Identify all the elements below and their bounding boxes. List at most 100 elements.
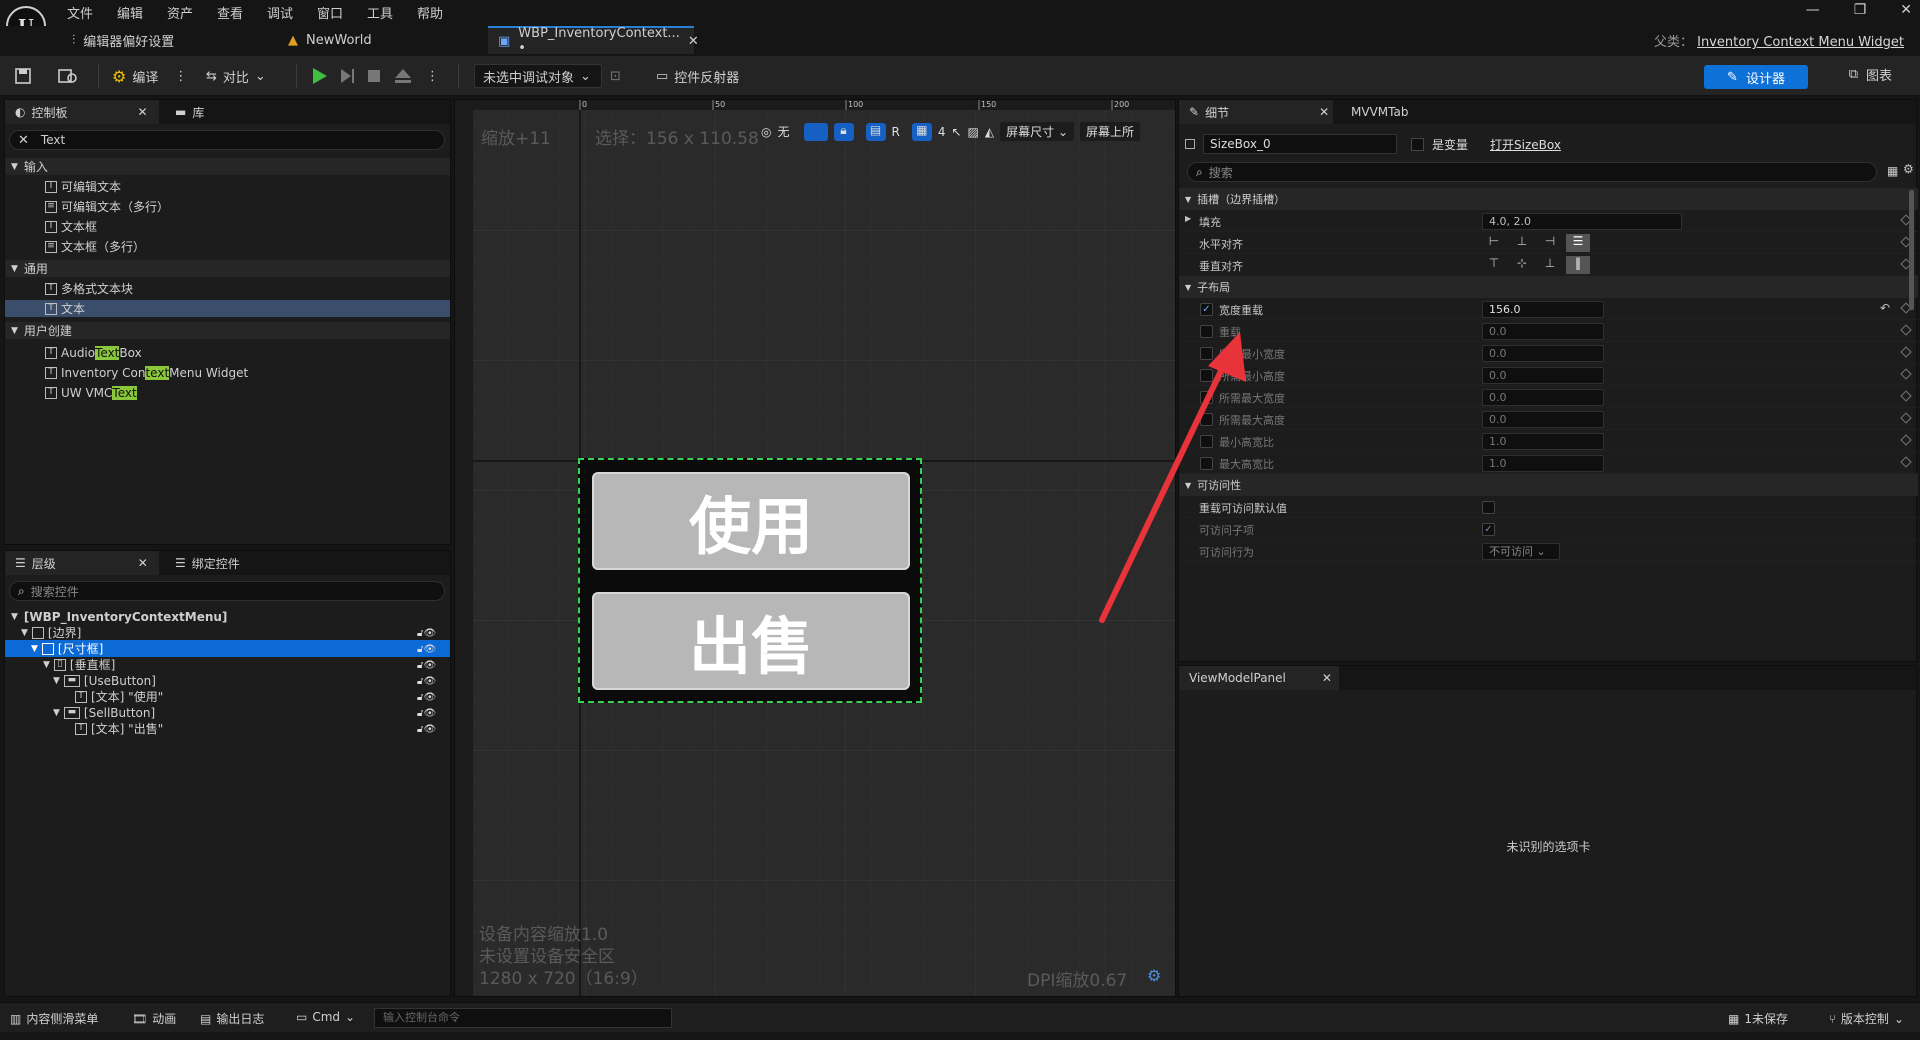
stop-icon[interactable] — [366, 64, 382, 88]
section-slot[interactable]: ▼ 插槽（边界插槽） — [1179, 188, 1918, 210]
grid-icon[interactable]: ▦ — [911, 122, 932, 141]
close-tab-icon[interactable]: ✕ — [688, 34, 699, 49]
section-child-layout[interactable]: ▼ 子布局 — [1179, 276, 1918, 298]
fill-screen-dropdown[interactable]: 屏幕上所 — [1080, 122, 1141, 141]
hierarchy-item-sizebox[interactable]: ▼ [尺寸框] — [5, 640, 450, 657]
keyframe-diamond-icon[interactable] — [1900, 412, 1912, 424]
source-control-button[interactable]: ⑂ 版本控制 ⌄ — [1829, 1010, 1904, 1027]
widget-reflector-button[interactable]: ▭ 控件反射器 — [656, 64, 739, 88]
open-sizebox-link[interactable]: 打开SizeBox — [1490, 136, 1561, 153]
browse-icon[interactable] — [58, 64, 78, 88]
menu-edit[interactable]: 编辑 — [117, 3, 143, 22]
lock-eye-icon[interactable]: 🔓︎👁︎ — [417, 626, 447, 642]
align-center-icon[interactable]: ⊥ — [1510, 234, 1534, 252]
tab-editor-preferences[interactable]: ⫶ 编辑器偏好设置 — [72, 26, 174, 54]
tab-bind-widgets[interactable]: ☰ 绑定控件 — [165, 551, 240, 575]
pointer-icon[interactable]: ↖ — [951, 125, 961, 139]
hierarchy-item-use-text[interactable]: T [文本] "使用" — [5, 688, 450, 705]
tab-palette[interactable]: ◐ 控制板 ✕ — [5, 100, 159, 124]
lock-eye-icon[interactable]: 🔓︎👁︎ — [417, 642, 447, 658]
flip-icon[interactable]: ◭ — [985, 125, 994, 139]
menu-help[interactable]: 帮助 — [417, 3, 443, 22]
lock-eye-icon[interactable]: 🔓︎👁︎ — [417, 690, 447, 706]
gear-icon[interactable]: ⚙ — [1147, 966, 1161, 985]
category-common[interactable]: ▼ 通用 — [5, 260, 450, 277]
toggle-icon[interactable] — [803, 122, 828, 141]
prop-value[interactable]: 0.0 — [1482, 345, 1604, 362]
prop-value[interactable]: 0.0 — [1482, 323, 1604, 340]
keyframe-diamond-icon[interactable] — [1900, 390, 1912, 402]
menu-view[interactable]: 查看 — [217, 3, 243, 22]
menu-window[interactable]: 窗口 — [317, 3, 343, 22]
tab-mvvm[interactable]: MVVMTab — [1341, 100, 1408, 124]
animation-button[interactable]: 🎞︎ 动画 — [132, 1010, 176, 1027]
reset-icon[interactable]: ↶ — [1880, 301, 1890, 315]
align-bottom-icon[interactable]: ⊥ — [1538, 256, 1562, 274]
menu-file[interactable]: 文件 — [67, 3, 93, 22]
tab-viewmodel[interactable]: ViewModelPanel ✕ — [1179, 666, 1339, 690]
palette-item-audio-text-box[interactable]: T Audio Text Box — [5, 344, 142, 361]
diff-button[interactable]: ⇆ 对比 ⌄ — [206, 64, 266, 88]
close-tab-icon[interactable]: ✕ — [138, 556, 148, 570]
screen-size-dropdown[interactable]: 屏幕尺寸 ⌄ — [1000, 122, 1075, 141]
keyframe-diamond-icon[interactable] — [1900, 434, 1912, 446]
align-top-icon[interactable]: ⊤ — [1482, 256, 1506, 274]
align-middle-icon[interactable]: ⊹ — [1510, 256, 1534, 274]
accessible-children-checkbox[interactable]: ✓ — [1482, 523, 1495, 536]
parent-class-link[interactable]: Inventory Context Menu Widget — [1697, 35, 1904, 50]
widget-name-input[interactable]: SizeBox_0 — [1203, 134, 1397, 154]
keyframe-diamond-icon[interactable] — [1900, 324, 1912, 336]
menu-debug[interactable]: 调试 — [267, 3, 293, 22]
designer-canvas[interactable]: 0 50 100 150 200 缩放+11 选择：156 x 110.58 ◎… — [454, 99, 1176, 997]
tab-newworld[interactable]: ▲ NewWorld — [288, 26, 372, 54]
localization-label[interactable]: 无 — [777, 123, 789, 140]
settings-gear-icon[interactable]: ⚙ — [1903, 162, 1914, 176]
override-accessible-checkbox[interactable] — [1482, 501, 1495, 514]
clear-search-icon[interactable]: ✕ — [18, 133, 29, 148]
minimize-icon[interactable]: — — [1806, 2, 1820, 18]
prop-value[interactable]: 0.0 — [1482, 389, 1604, 406]
prop-value[interactable]: 1.0 — [1482, 455, 1604, 472]
align-right-icon[interactable]: ⊣ — [1538, 234, 1562, 252]
cmd-dropdown[interactable]: ▭ Cmd ⌄ — [296, 1010, 355, 1024]
debug-browse-icon[interactable]: ⊡ — [610, 64, 621, 88]
close-tab-icon[interactable]: ✕ — [138, 105, 148, 119]
close-tab-icon[interactable]: ✕ — [1319, 105, 1329, 119]
hierarchy-item-use-button[interactable]: ▼ ▬ [UseButton] — [5, 672, 450, 689]
prop-value[interactable]: 0.0 — [1482, 411, 1604, 428]
hierarchy-item-sell-text[interactable]: T [文本] "出售" — [5, 720, 450, 737]
layout-icon[interactable]: ▤ — [865, 122, 886, 141]
table-view-icon[interactable]: ▦ — [1887, 164, 1898, 178]
details-search-input[interactable]: ⌕ 搜索 — [1187, 162, 1877, 182]
section-accessibility[interactable]: ▼ 可访问性 — [1179, 474, 1918, 496]
hierarchy-item-sell-button[interactable]: ▼ ▬ [SellButton] — [5, 704, 450, 721]
use-button-preview[interactable]: 使用 — [592, 472, 910, 570]
palette-item-inventory-context-menu-widget[interactable]: T Inventory Con text Menu Widget — [5, 364, 248, 381]
globe-icon[interactable]: ◎ — [761, 125, 771, 139]
palette-item-uw-vmc-text[interactable]: T UW VMC Text — [5, 384, 137, 401]
image-icon[interactable]: ▨ — [968, 125, 979, 139]
output-log-button[interactable]: ▤ 输出日志 — [200, 1010, 264, 1027]
hierarchy-item-vertical-box[interactable]: ▼ ▯ [垂直框] — [5, 656, 450, 673]
keyframe-diamond-icon[interactable] — [1900, 346, 1912, 358]
palette-item-text-box[interactable]: I 文本框 — [5, 218, 97, 235]
menu-tools[interactable]: 工具 — [367, 3, 393, 22]
compile-button[interactable]: ⚙ 编译 ⋮ — [112, 64, 187, 88]
category-user-created[interactable]: ▼ 用户创建 — [5, 322, 450, 339]
palette-item-text-box-multiline[interactable]: ≡ 文本框（多行） — [5, 238, 145, 255]
more-icon[interactable]: ⋮ — [426, 64, 439, 88]
debug-target-dropdown[interactable]: 未选中调试对象 ⌄ — [474, 64, 602, 88]
align-fill-icon[interactable]: ☰ — [1566, 234, 1590, 252]
lock-eye-icon[interactable]: 🔓︎👁︎ — [417, 706, 447, 722]
lock-icon[interactable]: 🔒︎ — [833, 122, 854, 141]
hierarchy-search-input[interactable]: ⌕ 搜索控件 — [9, 581, 445, 601]
content-drawer-button[interactable]: ▥ 内容侧滑菜单 — [10, 1010, 98, 1027]
save-icon[interactable] — [14, 64, 32, 88]
override-checkbox[interactable]: ✓ — [1200, 303, 1213, 316]
accessible-behavior-dropdown[interactable]: 不可访问 ⌄ — [1482, 543, 1560, 560]
menu-asset[interactable]: 资产 — [167, 3, 193, 22]
prop-value[interactable]: 1.0 — [1482, 433, 1604, 450]
tab-hierarchy[interactable]: ☰ 层级 ✕ — [5, 551, 159, 575]
graph-mode-button[interactable]: ⧉ 图表 — [1849, 65, 1892, 84]
hierarchy-root[interactable]: ▼ [WBP_InventoryContextMenu] — [5, 608, 227, 625]
